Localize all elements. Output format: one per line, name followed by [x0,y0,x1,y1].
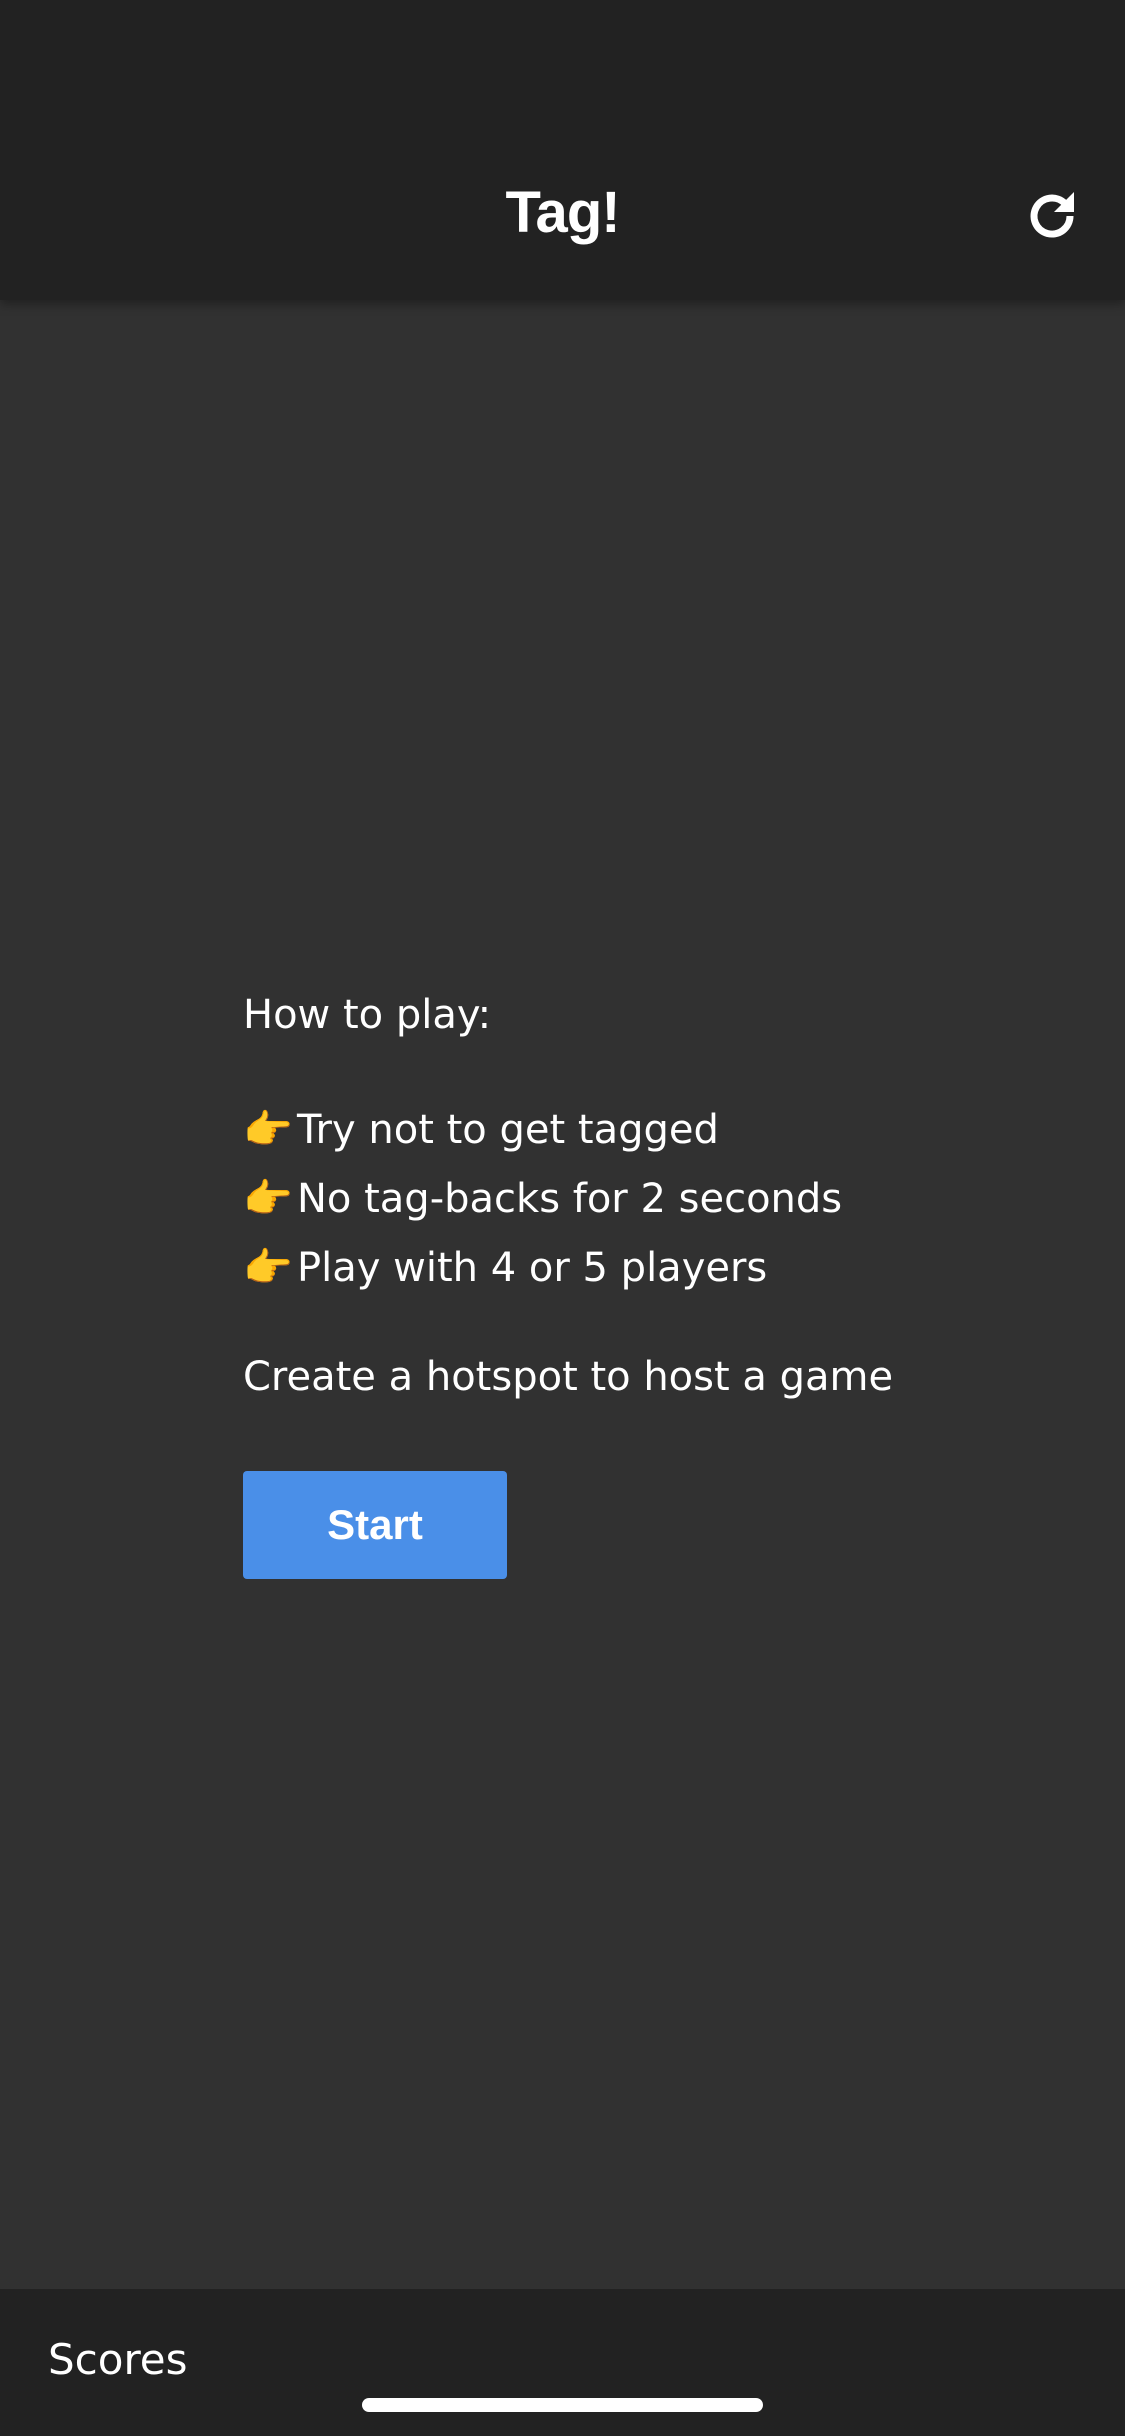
scores-tab[interactable]: Scores [48,2334,188,2386]
rule-item: 👉 No tag-backs for 2 seconds [243,1174,842,1224]
how-to-play-heading: How to play: [243,992,492,1038]
pointing-hand-icon: 👉 [243,1107,293,1153]
app-screen: Tag! How to play: 👉 Try not to get tagged… [0,0,1125,2436]
app-header: Tag! [0,0,1125,300]
pointing-hand-icon: 👉 [243,1176,293,1222]
rule-item: 👉 Play with 4 or 5 players [243,1243,767,1293]
refresh-icon[interactable] [1024,188,1080,244]
start-button[interactable]: Start [243,1471,507,1579]
rule-item: 👉 Try not to get tagged [243,1105,719,1155]
rule-text: Play with 4 or 5 players [297,1245,768,1291]
rule-text: No tag-backs for 2 seconds [297,1176,843,1222]
page-title: Tag! [505,180,620,245]
pointing-hand-icon: 👉 [243,1245,293,1291]
hotspot-hint: Create a hotspot to host a game [243,1354,894,1400]
rule-text: Try not to get tagged [297,1107,719,1153]
home-indicator[interactable] [362,2398,763,2412]
